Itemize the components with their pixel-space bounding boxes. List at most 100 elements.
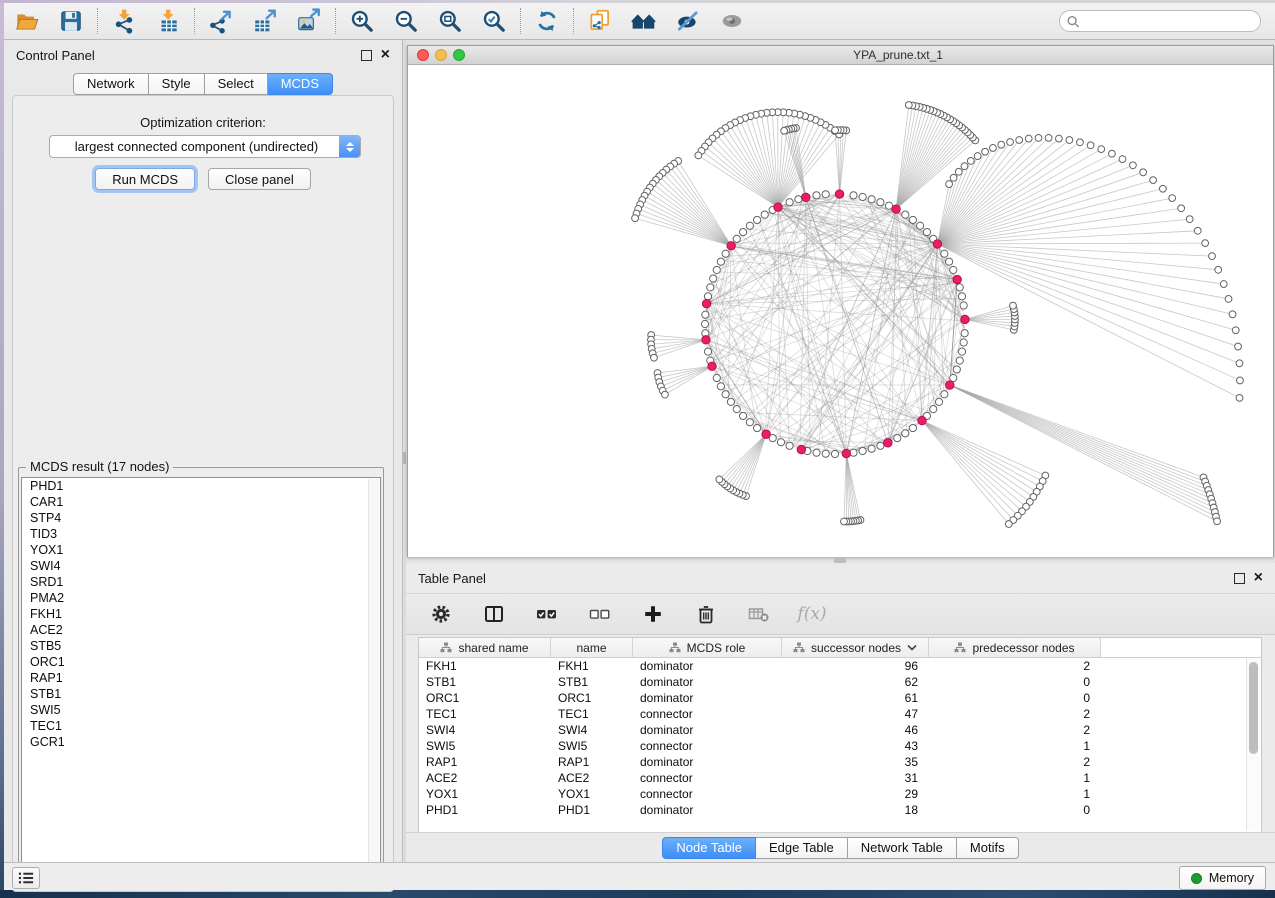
float-panel-icon[interactable]	[361, 50, 372, 61]
new-network-from-selection-button[interactable]	[585, 6, 615, 36]
open-session-button[interactable]	[12, 6, 42, 36]
zoom-in-button[interactable]	[347, 6, 377, 36]
run-mcds-button[interactable]: Run MCDS	[95, 168, 195, 190]
mcds-result-item[interactable]: YOX1	[22, 542, 380, 558]
column-header-predecessor-nodes[interactable]: predecessor nodes	[929, 638, 1101, 657]
zoom-selected-button[interactable]	[479, 6, 509, 36]
task-history-button[interactable]	[12, 867, 40, 889]
refresh-layout-button[interactable]	[532, 6, 562, 36]
export-image-button[interactable]	[294, 6, 324, 36]
mcds-list-scrollbar[interactable]	[368, 479, 379, 871]
network-window-titlebar[interactable]: YPA_prune.txt_1	[408, 46, 1273, 65]
minimize-window-icon[interactable]	[435, 49, 447, 61]
column-label: MCDS role	[687, 641, 746, 655]
close-window-icon[interactable]	[417, 49, 429, 61]
table-cell: STB1	[419, 674, 551, 690]
mcds-result-item[interactable]: ACE2	[22, 622, 380, 638]
search-input[interactable]	[1059, 10, 1261, 32]
table-cell: 0	[929, 674, 1101, 690]
mcds-result-item[interactable]: RAP1	[22, 670, 380, 686]
column-type-icon	[669, 642, 681, 653]
mcds-result-item[interactable]: PMA2	[22, 590, 380, 606]
mcds-result-item[interactable]: STP4	[22, 510, 380, 526]
close-panel-button[interactable]: Close panel	[208, 168, 311, 190]
table-cell: SWI5	[551, 738, 633, 754]
table-cell: 2	[929, 658, 1101, 674]
mcds-result-item[interactable]: SWI4	[22, 558, 380, 574]
table-scrollbar[interactable]	[1246, 659, 1260, 831]
column-view-button[interactable]	[479, 599, 509, 629]
network-canvas[interactable]	[408, 65, 1273, 557]
table-settings-button[interactable]	[426, 599, 456, 629]
import-network-button[interactable]	[109, 6, 139, 36]
export-network-button[interactable]	[206, 6, 236, 36]
close-panel-icon[interactable]: ×	[381, 50, 390, 60]
tab-select[interactable]: Select	[205, 73, 268, 95]
export-table-button[interactable]	[250, 6, 280, 36]
save-session-button[interactable]	[56, 6, 86, 36]
mcds-result-item[interactable]: TID3	[22, 526, 380, 542]
mcds-result-item[interactable]: FKH1	[22, 606, 380, 622]
delete-column-button[interactable]	[691, 599, 721, 629]
table-cell: connector	[633, 786, 782, 802]
table-row[interactable]: ORC1ORC1dominator610	[419, 690, 1261, 706]
add-column-button[interactable]	[638, 599, 668, 629]
mcds-result-groupbox: MCDS result (17 nodes) PHD1CAR1STP4TID3Y…	[18, 467, 384, 876]
select-all-button[interactable]	[532, 599, 562, 629]
column-header-name[interactable]: name	[551, 638, 633, 657]
column-header-shared-name[interactable]: shared name	[419, 638, 551, 657]
float-panel-icon[interactable]	[1234, 573, 1245, 584]
mcds-result-item[interactable]: SRD1	[22, 574, 380, 590]
first-neighbors-button[interactable]	[629, 6, 659, 36]
table-cell: STB1	[551, 674, 633, 690]
table-toolbar: f(x)	[406, 593, 1275, 635]
zoom-fit-button[interactable]	[435, 6, 465, 36]
tab-node-table[interactable]: Node Table	[662, 837, 756, 859]
import-table-button[interactable]	[153, 6, 183, 36]
table-row[interactable]: FKH1FKH1dominator962	[419, 658, 1261, 674]
mcds-result-item[interactable]: PHD1	[22, 478, 380, 494]
column-header-mcds-role[interactable]: MCDS role	[633, 638, 782, 657]
table-row[interactable]: SWI4SWI4dominator462	[419, 722, 1261, 738]
close-panel-icon[interactable]: ×	[1254, 573, 1263, 583]
mcds-result-item[interactable]: TEC1	[22, 718, 380, 734]
tab-mcds[interactable]: MCDS	[268, 73, 333, 95]
table-row[interactable]: RAP1RAP1dominator352	[419, 754, 1261, 770]
table-cell: 1	[929, 738, 1101, 754]
column-header-filler	[1101, 638, 1261, 657]
mcds-result-item[interactable]: STB1	[22, 686, 380, 702]
table-cell: SWI4	[419, 722, 551, 738]
tab-motifs[interactable]: Motifs	[957, 837, 1019, 859]
hide-selected-button[interactable]	[673, 6, 703, 36]
zoom-out-button[interactable]	[391, 6, 421, 36]
tab-network-table[interactable]: Network Table	[848, 837, 957, 859]
table-row[interactable]: YOX1YOX1connector291	[419, 786, 1261, 802]
table-cell: FKH1	[551, 658, 633, 674]
refresh-icon	[534, 8, 560, 34]
function-builder-button[interactable]: f(x)	[797, 599, 827, 629]
column-header-successor-nodes[interactable]: successor nodes	[782, 638, 929, 657]
deselect-all-button[interactable]	[585, 599, 615, 629]
memory-button[interactable]: Memory	[1179, 866, 1266, 890]
tab-style[interactable]: Style	[149, 73, 205, 95]
table-cell: connector	[633, 706, 782, 722]
mcds-result-item[interactable]: SWI5	[22, 702, 380, 718]
table-row[interactable]: TEC1TEC1connector472	[419, 706, 1261, 722]
table-scrollbar-thumb[interactable]	[1249, 662, 1258, 754]
tab-network[interactable]: Network	[73, 73, 149, 95]
table-row[interactable]: SWI5SWI5connector431	[419, 738, 1261, 754]
maximize-window-icon[interactable]	[453, 49, 465, 61]
tab-edge-table[interactable]: Edge Table	[756, 837, 848, 859]
criterion-select[interactable]: largest connected component (undirected)	[49, 135, 361, 158]
table-row[interactable]: ACE2ACE2connector311	[419, 770, 1261, 786]
table-cell: dominator	[633, 802, 782, 818]
show-all-button[interactable]	[717, 6, 747, 36]
mcds-result-item[interactable]: CAR1	[22, 494, 380, 510]
mcds-result-item[interactable]: GCR1	[22, 734, 380, 750]
table-row[interactable]: STB1STB1dominator620	[419, 674, 1261, 690]
mcds-result-item[interactable]: STB5	[22, 638, 380, 654]
table-row[interactable]: PHD1PHD1dominator180	[419, 802, 1261, 818]
delete-table-button[interactable]	[744, 599, 774, 629]
node-table-body: FKH1FKH1dominator962STB1STB1dominator620…	[419, 658, 1261, 818]
mcds-result-item[interactable]: ORC1	[22, 654, 380, 670]
